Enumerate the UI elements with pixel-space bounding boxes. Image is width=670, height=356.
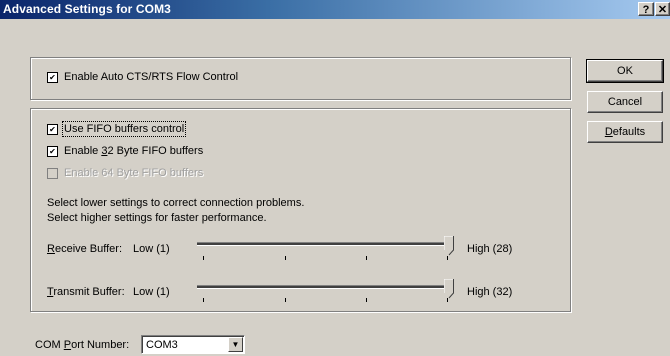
checkbox-box[interactable] xyxy=(47,145,58,157)
transmit-tick xyxy=(366,298,367,302)
window-title: Advanced Settings for COM3 xyxy=(3,2,171,16)
help-button[interactable]: ? xyxy=(638,2,654,16)
transmit-low-label: Low (1) xyxy=(133,286,170,298)
receive-low-label: Low (1) xyxy=(133,243,170,255)
enable-32-byte-checkbox[interactable]: Enable 32 Byte FIFO buffers xyxy=(47,145,203,157)
help-icon: ? xyxy=(642,4,650,16)
receive-tick xyxy=(366,256,367,260)
receive-slider-thumb[interactable] xyxy=(444,236,454,256)
ok-button[interactable]: OK xyxy=(586,59,664,83)
com-port-value: COM3 xyxy=(146,339,178,351)
checkbox-box xyxy=(47,167,58,179)
enable-64-byte-label: Enable 64 Byte FIFO buffers xyxy=(64,167,204,179)
use-fifo-label: Use FIFO buffers control xyxy=(61,121,187,137)
flow-control-label: Enable Auto CTS/RTS Flow Control xyxy=(64,71,239,83)
transmit-tick xyxy=(203,298,204,302)
transmit-tick xyxy=(285,298,286,302)
transmit-slider-thumb[interactable] xyxy=(444,279,454,299)
checkbox-box[interactable] xyxy=(47,71,58,83)
transmit-tick xyxy=(447,298,448,302)
receive-slider-track[interactable] xyxy=(197,242,452,246)
title-bar: Advanced Settings for COM3 ? ✕ xyxy=(0,0,670,19)
checkbox-box[interactable] xyxy=(47,123,58,135)
close-button[interactable]: ✕ xyxy=(655,2,670,16)
receive-tick xyxy=(285,256,286,260)
defaults-button[interactable]: Defaults xyxy=(587,121,663,143)
com-port-select[interactable]: COM3 ▼ xyxy=(141,335,245,354)
fifo-group xyxy=(30,108,571,312)
receive-tick xyxy=(447,256,448,260)
transmit-high-label: High (32) xyxy=(467,286,513,298)
enable-64-byte-checkbox[interactable]: Enable 64 Byte FIFO buffers xyxy=(47,167,203,179)
enable-32-byte-label: Enable 32 Byte FIFO buffers xyxy=(64,145,204,157)
flow-control-checkbox[interactable]: Enable Auto CTS/RTS Flow Control xyxy=(47,71,238,83)
close-icon: ✕ xyxy=(657,4,668,16)
hint-line-1: Select lower settings to correct connect… xyxy=(47,197,305,209)
transmit-buffer-label: Transmit Buffer: xyxy=(47,286,125,298)
receive-tick xyxy=(203,256,204,260)
com-port-label: COM Port Number: xyxy=(35,339,130,351)
transmit-slider-track[interactable] xyxy=(197,285,452,289)
receive-high-label: High (28) xyxy=(467,243,513,255)
use-fifo-checkbox[interactable]: Use FIFO buffers control xyxy=(47,121,187,137)
dropdown-arrow-icon[interactable]: ▼ xyxy=(228,337,243,352)
receive-buffer-label: Receive Buffer: xyxy=(47,243,123,255)
cancel-button[interactable]: Cancel xyxy=(587,91,663,113)
hint-line-2: Select higher settings for faster perfor… xyxy=(47,212,267,224)
